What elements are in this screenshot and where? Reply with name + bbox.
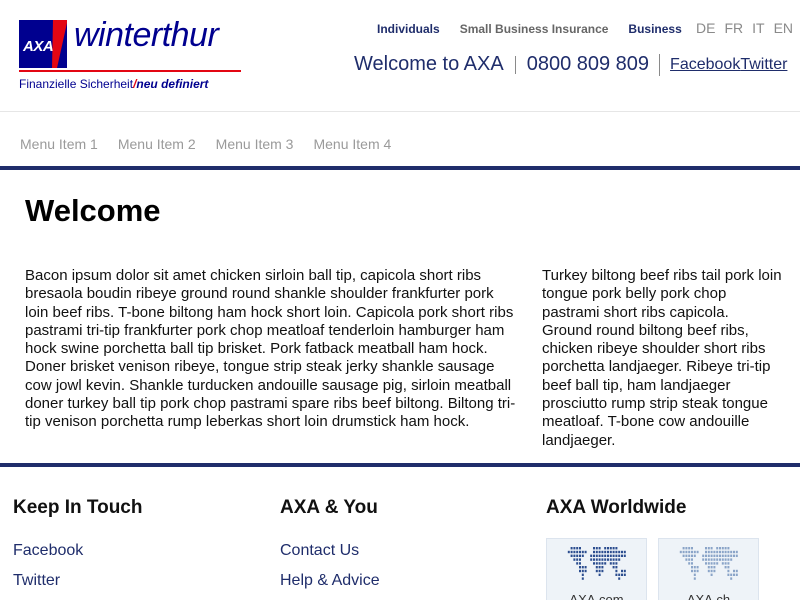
lang-de[interactable]: DE	[696, 20, 715, 36]
logo-divider	[19, 70, 241, 72]
world-map-icon	[679, 547, 738, 580]
page-title: Welcome	[25, 193, 161, 228]
nav-individuals[interactable]: Individuals	[377, 22, 440, 36]
footer-axa-and-you: AXA & You Contact Us Help & Advice	[280, 497, 380, 589]
header-contact-line: Welcome to AXA 0800 809 809 Facebook Twit…	[354, 53, 787, 76]
main-text-left: Bacon ipsum dolor sit amet chicken sirlo…	[25, 267, 516, 431]
footer-contact-us-link[interactable]: Contact Us	[280, 542, 359, 560]
lang-en[interactable]: EN	[774, 20, 793, 36]
logo-wordmark: winterthur	[74, 16, 219, 54]
lang-it[interactable]: IT	[752, 20, 764, 36]
tagline-left: Finanzielle Sicherheit	[19, 77, 134, 91]
axa-winterthur-logo[interactable]: AXA winterthur Finanzielle Sicherheit/ne…	[19, 16, 244, 92]
footer-facebook-link[interactable]: Facebook	[13, 542, 83, 560]
main-menu: Menu Item 1 Menu Item 2 Menu Item 3 Menu…	[20, 136, 411, 152]
footer-heading: AXA & You	[280, 497, 378, 518]
axa-logo-mark: AXA	[19, 20, 67, 68]
footer-help-advice-link[interactable]: Help & Advice	[280, 572, 380, 590]
welcome-text: Welcome to AXA	[354, 53, 504, 75]
tile-label: AXA.ch	[686, 592, 731, 600]
menu-item-3[interactable]: Menu Item 3	[216, 136, 294, 152]
footer-keep-in-touch: Keep In Touch Facebook Twitter	[13, 497, 143, 589]
axa-com-tile[interactable]: AXA.com	[546, 538, 647, 600]
main-text-right: Turkey biltong beef ribs tail pork loin …	[542, 267, 782, 449]
axa-ch-tile[interactable]: AXA.ch	[658, 538, 759, 600]
menu-item-1[interactable]: Menu Item 1	[20, 136, 98, 152]
logo-mark-text: AXA	[23, 38, 54, 55]
footer-twitter-link[interactable]: Twitter	[13, 572, 60, 590]
footer-divider	[0, 463, 800, 467]
lang-fr[interactable]: FR	[724, 20, 743, 36]
facebook-link[interactable]: Facebook	[670, 56, 740, 74]
twitter-link[interactable]: Twitter	[740, 56, 787, 74]
menu-divider	[0, 166, 800, 170]
menu-item-2[interactable]: Menu Item 2	[118, 136, 196, 152]
nav-business[interactable]: Business	[628, 22, 681, 36]
footer-axa-worldwide: AXA Worldwide	[546, 497, 686, 519]
tile-label: AXA.com	[569, 592, 624, 600]
menu-item-4[interactable]: Menu Item 4	[313, 136, 391, 152]
divider	[514, 55, 516, 74]
divider	[659, 53, 661, 76]
footer-heading: AXA Worldwide	[546, 497, 687, 518]
world-map-icon	[567, 547, 626, 580]
tagline-right: neu definiert	[136, 77, 209, 91]
segment-nav: Individuals Small Business Insurance Bus…	[377, 22, 702, 36]
site-header: AXA winterthur Finanzielle Sicherheit/ne…	[0, 0, 800, 112]
logo-tagline: Finanzielle Sicherheit/neu definiert	[19, 77, 208, 91]
phone-number[interactable]: 0800 809 809	[527, 53, 649, 76]
footer-heading: Keep In Touch	[13, 497, 143, 518]
nav-small-business-insurance[interactable]: Small Business Insurance	[460, 22, 609, 36]
language-switcher: DE FR IT EN	[696, 20, 800, 36]
